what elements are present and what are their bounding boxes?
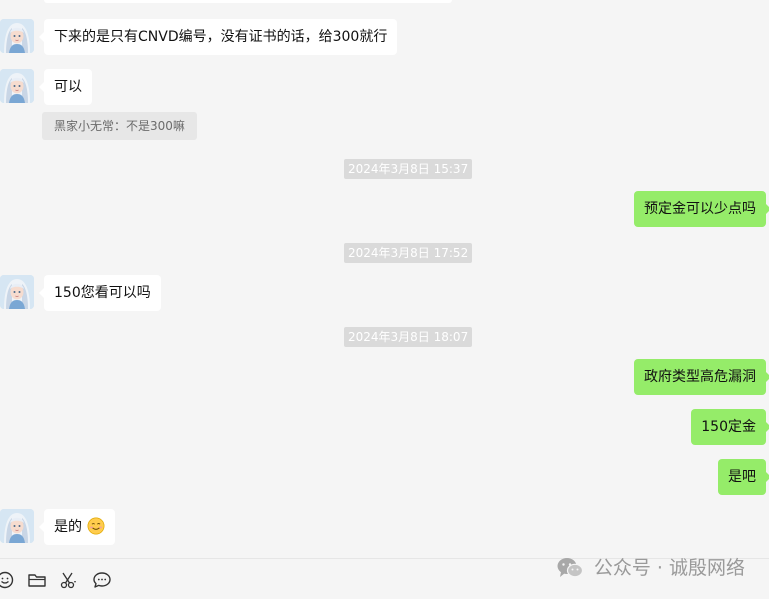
incoming-message-bubble[interactable]: 是的 (38, 509, 116, 545)
contact-avatar[interactable] (0, 19, 34, 53)
contact-avatar[interactable] (0, 275, 34, 309)
message-text: 可以 (54, 79, 82, 95)
message-text: 预定金可以少点吗 (644, 201, 756, 217)
outgoing-message-bubble[interactable]: 政府类型高危漏洞 (634, 359, 769, 395)
timestamp-divider: 2024年3月8日 15:37 (344, 159, 473, 179)
message-text: 政府类型高危漏洞 (644, 369, 756, 385)
contact-avatar[interactable] (0, 509, 34, 543)
outgoing-message-bubble[interactable]: 是吧 (718, 459, 769, 495)
watermark-text: 公众号 · 诚殷网络 (593, 557, 745, 579)
previous-message-bubble-edge (44, 0, 452, 3)
quoted-reply[interactable]: 黑家小无常：不是300嘛 (42, 112, 197, 140)
outgoing-message-bubble[interactable]: 150定金 (691, 409, 769, 445)
message-text: 150定金 (701, 419, 756, 435)
wechat-logo-icon (557, 558, 583, 578)
timestamp-divider: 2024年3月8日 18:07 (344, 327, 473, 347)
incoming-message-bubble[interactable]: 下来的是只有CNVD编号，没有证书的话，给300就行 (38, 19, 398, 55)
message-text: 下来的是只有CNVD编号，没有证书的话，给300就行 (54, 29, 388, 45)
message-text: 150您看可以吗 (54, 285, 151, 301)
incoming-message-bubble[interactable]: 可以 (39, 69, 92, 105)
message-text: 是吧 (728, 469, 756, 485)
smiling-face-emoji (87, 517, 105, 535)
folder-icon[interactable] (27, 570, 47, 590)
chat-message-area[interactable]: 下来的是只有CNVD编号，没有证书的话，给300就行 可以 黑家小无常：不是30… (0, 0, 769, 558)
watermark: 公众号 · 诚殷网络 (556, 553, 745, 583)
contact-avatar[interactable] (0, 69, 34, 103)
incoming-message-bubble[interactable]: 150您看可以吗 (39, 275, 161, 311)
timestamp-divider: 2024年3月8日 17:52 (344, 243, 473, 263)
emoji-icon[interactable] (0, 570, 15, 590)
outgoing-message-bubble[interactable]: 预定金可以少点吗 (634, 191, 769, 227)
chat-bubble-icon[interactable] (92, 570, 112, 590)
message-text: 是的 (54, 519, 82, 535)
scissors-icon[interactable] (59, 570, 79, 590)
